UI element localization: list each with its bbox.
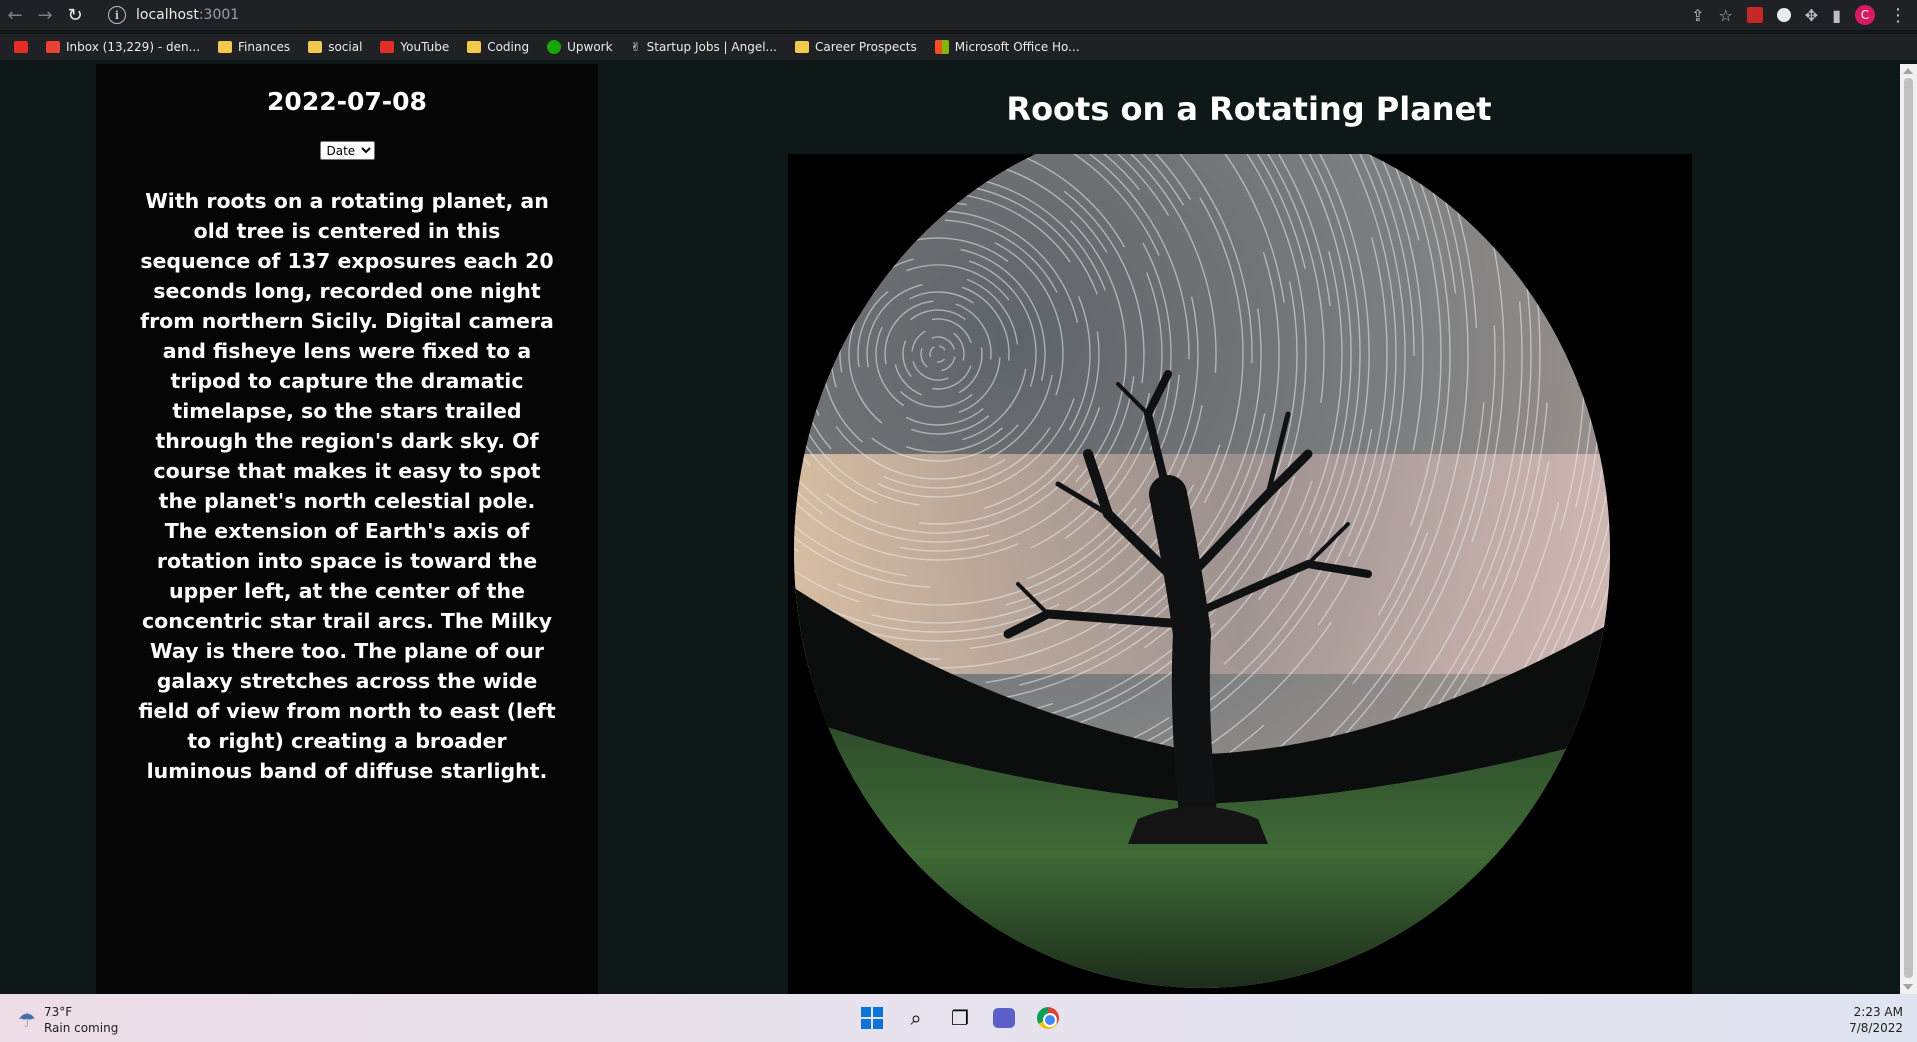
bookmark-coding[interactable]: Coding: [467, 40, 529, 54]
main-panel: Roots on a Rotating Planet: [598, 64, 1900, 994]
star-bookmark-icon[interactable]: ☆: [1718, 6, 1732, 25]
bookmark-youtube[interactable]: [14, 41, 28, 53]
apod-description: With roots on a rotating planet, an old …: [136, 186, 558, 786]
system-clock[interactable]: 2:23 AM 7/8/2022: [1849, 1004, 1903, 1036]
browser-toolbar: ← → ↻ i localhost:3001 ⇪ ☆ ✥ ▮ C ⋮: [0, 0, 1917, 30]
bookmark-youtube-2[interactable]: YouTube: [380, 40, 449, 54]
search-icon[interactable]: ⌕: [902, 1004, 930, 1032]
date-select[interactable]: Date: [320, 141, 375, 160]
gmail-icon: [46, 41, 60, 53]
youtube-icon: [380, 41, 394, 53]
weather-forecast: Rain coming: [44, 1020, 118, 1036]
forward-arrow-icon[interactable]: →: [30, 0, 60, 30]
scrollbar-thumb[interactable]: [1904, 78, 1913, 978]
apod-title: Roots on a Rotating Planet: [598, 90, 1900, 128]
bookmark-inbox[interactable]: Inbox (13,229) - den...: [46, 40, 200, 54]
folder-icon: [795, 41, 809, 53]
folder-icon: [308, 41, 322, 53]
chrome-taskbar-button[interactable]: [1034, 1004, 1062, 1032]
scroll-down-arrow-icon[interactable]: [1903, 984, 1913, 990]
side-panel-icon[interactable]: ▮: [1832, 6, 1841, 25]
url-port: :3001: [199, 7, 239, 23]
extension-icon[interactable]: [1747, 7, 1763, 23]
star-trail-photo: [788, 154, 1692, 994]
upwork-icon: [547, 40, 561, 54]
windows-taskbar: ☂ 73°F Rain coming ⌕ ❐ 2:23 AM 7/8/2022: [0, 994, 1917, 1042]
bookmark-social[interactable]: social: [308, 40, 362, 54]
folder-icon: [218, 41, 232, 53]
clock-date: 7/8/2022: [1849, 1020, 1903, 1036]
puzzle-extensions-icon[interactable]: ✥: [1805, 6, 1818, 25]
toolbar-actions: ⇪ ☆ ✥ ▮ C ⋮: [1691, 4, 1907, 26]
teams-chat-button[interactable]: [990, 1004, 1018, 1032]
taskbar-apps: ⌕ ❐: [858, 1002, 1062, 1034]
scroll-up-arrow-icon[interactable]: [1903, 68, 1913, 74]
folder-icon: [467, 41, 481, 53]
info-sidebar: 2022-07-08 Date With roots on a rotating…: [96, 64, 598, 994]
extension-circle-icon[interactable]: [1777, 8, 1791, 22]
microsoft-icon: [935, 40, 949, 54]
apod-image: [788, 154, 1692, 994]
address-bar[interactable]: i localhost:3001: [108, 4, 1638, 26]
weather-temperature: 73°F: [44, 1004, 118, 1020]
bookmark-upwork[interactable]: Upwork: [547, 40, 612, 54]
teams-icon: [993, 1008, 1015, 1028]
bookmark-finances[interactable]: Finances: [218, 40, 290, 54]
profile-avatar[interactable]: C: [1855, 5, 1875, 25]
task-view-icon[interactable]: ❐: [946, 1004, 974, 1032]
back-arrow-icon[interactable]: ←: [0, 0, 30, 30]
page-content: 2022-07-08 Date With roots on a rotating…: [0, 64, 1900, 994]
bookmark-career[interactable]: Career Prospects: [795, 40, 917, 54]
more-menu-icon[interactable]: ⋮: [1889, 5, 1907, 26]
bookmarks-bar: Inbox (13,229) - den... Finances social …: [0, 34, 1917, 60]
url-host: localhost: [136, 7, 199, 23]
page-scrollbar[interactable]: [1900, 64, 1917, 994]
site-info-icon[interactable]: i: [108, 6, 126, 24]
clock-time: 2:23 AM: [1849, 1004, 1903, 1020]
windows-logo-icon: [861, 1007, 883, 1029]
youtube-icon: [14, 41, 28, 53]
apod-date: 2022-07-08: [96, 87, 598, 116]
weather-widget[interactable]: ☂ 73°F Rain coming: [18, 1004, 118, 1036]
rain-umbrella-icon: ☂: [18, 1008, 36, 1032]
reload-icon[interactable]: ↻: [60, 0, 90, 30]
share-icon[interactable]: ⇪: [1691, 6, 1704, 25]
chrome-icon: [1037, 1007, 1059, 1029]
bookmark-startup-jobs[interactable]: ✌ Startup Jobs | Angel...: [631, 40, 777, 54]
bookmark-microsoft[interactable]: Microsoft Office Ho...: [935, 40, 1080, 54]
start-button[interactable]: [858, 1004, 886, 1032]
angellist-icon: ✌: [631, 40, 641, 54]
